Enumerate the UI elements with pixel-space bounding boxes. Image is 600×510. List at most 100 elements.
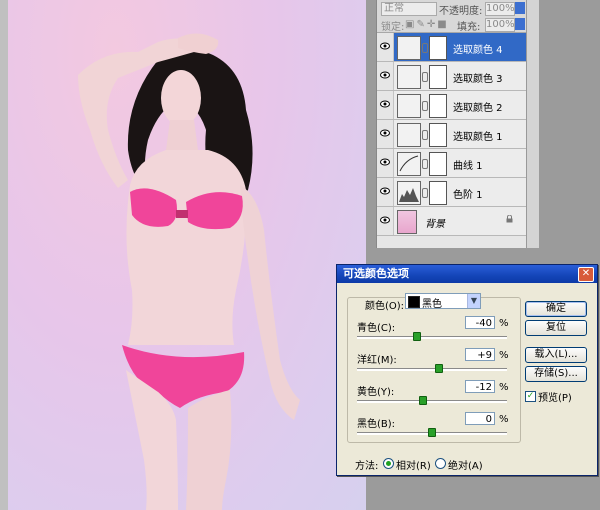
- magenta-input[interactable]: +9: [465, 348, 495, 361]
- layer-row[interactable]: 背景: [377, 207, 527, 236]
- adjustment-thumbnail-icon[interactable]: [397, 36, 421, 60]
- fill-input[interactable]: 100%: [485, 18, 515, 32]
- relative-label: 相对(R): [396, 461, 431, 472]
- chevron-down-icon[interactable]: ▼: [467, 294, 480, 308]
- lock-icons[interactable]: ▣✎✛■: [405, 19, 449, 30]
- visibility-toggle[interactable]: [377, 178, 394, 206]
- magenta-slider-track[interactable]: [357, 368, 507, 371]
- layer-name[interactable]: 选取颜色 1: [453, 128, 503, 143]
- curves-icon: [399, 155, 419, 172]
- fill-label: 填充:: [457, 22, 481, 33]
- reset-button[interactable]: 复位: [525, 320, 587, 336]
- photo-illustration: [78, 33, 300, 510]
- color-swatch: [408, 296, 420, 308]
- relative-radio[interactable]: [383, 458, 394, 469]
- visibility-toggle[interactable]: [377, 33, 394, 61]
- adjustment-thumbnail-icon[interactable]: [397, 94, 421, 118]
- mask-thumbnail[interactable]: [429, 123, 447, 147]
- black-slider-thumb[interactable]: [428, 428, 436, 437]
- curves-thumbnail-icon[interactable]: [397, 152, 421, 176]
- yellow-label: 黄色(Y):: [357, 387, 395, 398]
- eye-icon: [380, 216, 390, 224]
- layer-name[interactable]: 曲线 1: [453, 157, 483, 172]
- layers-scrollbar[interactable]: [526, 0, 539, 248]
- absolute-label: 绝对(A): [448, 461, 483, 472]
- eye-icon: [380, 71, 390, 79]
- cyan-input[interactable]: -40: [465, 316, 495, 329]
- ok-button[interactable]: 确定: [525, 301, 587, 317]
- canvas-image[interactable]: [8, 0, 366, 510]
- layer-name[interactable]: 背景: [425, 215, 445, 230]
- close-button[interactable]: ✕: [578, 267, 594, 282]
- mask-thumbnail[interactable]: [429, 36, 447, 60]
- eye-icon: [380, 129, 390, 137]
- colors-dropdown[interactable]: 黑色 ▼: [405, 293, 481, 310]
- levels-thumbnail-icon[interactable]: [397, 181, 421, 205]
- cyan-slider-thumb[interactable]: [413, 332, 421, 341]
- percent-sign: %: [499, 350, 509, 361]
- layer-row[interactable]: 选取颜色 3: [377, 62, 527, 91]
- eye-icon: [380, 158, 390, 166]
- visibility-toggle[interactable]: [377, 91, 394, 119]
- adjustment-thumbnail-icon[interactable]: [397, 123, 421, 147]
- blend-mode-select[interactable]: 正常: [381, 2, 437, 16]
- yellow-slider-track[interactable]: [357, 400, 507, 403]
- lock-brush-icon[interactable]: ✎: [416, 19, 426, 30]
- yellow-input[interactable]: -12: [465, 380, 495, 393]
- lock-label: 锁定:: [381, 22, 405, 33]
- cyan-label: 青色(C):: [357, 323, 396, 334]
- eye-icon: [380, 42, 390, 50]
- selective-color-dialog: 可选颜色选项 ✕ 颜色(O): 黑色 ▼ 青色(C): -40 % 洋红(M):…: [336, 264, 598, 476]
- black-input[interactable]: 0: [465, 412, 495, 425]
- method-label: 方法:: [355, 461, 379, 472]
- layer-row[interactable]: 色阶 1: [377, 178, 527, 207]
- cyan-slider-track[interactable]: [357, 336, 507, 339]
- mask-thumbnail[interactable]: [429, 181, 447, 205]
- save-button[interactable]: 存储(S)...: [525, 366, 587, 382]
- magenta-slider-thumb[interactable]: [434, 364, 443, 373]
- layers-panel: 正常 不透明度: 100% 锁定: ▣✎✛■ 填充: 100% 选取颜色 4 选…: [376, 0, 528, 248]
- dialog-titlebar[interactable]: 可选颜色选项 ✕: [337, 265, 597, 283]
- eye-icon: [380, 100, 390, 108]
- layer-row[interactable]: 选取颜色 2: [377, 91, 527, 120]
- layer-row[interactable]: 选取颜色 4: [377, 33, 527, 62]
- layer-name[interactable]: 选取颜色 3: [453, 70, 503, 85]
- link-chain-icon: [422, 130, 428, 140]
- layer-row[interactable]: 选取颜色 1: [377, 120, 527, 149]
- adjustment-thumbnail-icon[interactable]: [397, 65, 421, 89]
- opacity-input[interactable]: 100%: [485, 2, 515, 16]
- lock-all-icon[interactable]: ■: [437, 19, 448, 30]
- layer-name[interactable]: 色阶 1: [453, 186, 483, 201]
- black-label: 黑色(B):: [357, 419, 396, 430]
- background-thumbnail[interactable]: [397, 210, 417, 234]
- layer-row[interactable]: 曲线 1: [377, 149, 527, 178]
- mask-thumbnail[interactable]: [429, 152, 447, 176]
- layer-name[interactable]: 选取颜色 2: [453, 99, 503, 114]
- eye-icon: [380, 187, 390, 195]
- preview-checkbox[interactable]: ✓: [525, 391, 536, 402]
- visibility-toggle[interactable]: [377, 149, 394, 177]
- histogram-icon: [399, 188, 419, 202]
- percent-sign: %: [499, 414, 509, 425]
- link-chain-icon: [422, 188, 428, 198]
- visibility-toggle[interactable]: [377, 62, 394, 90]
- visibility-toggle[interactable]: [377, 207, 394, 235]
- absolute-radio[interactable]: [435, 458, 446, 469]
- lock-move-icon[interactable]: ✛: [427, 19, 437, 30]
- mask-thumbnail[interactable]: [429, 65, 447, 89]
- mask-thumbnail[interactable]: [429, 94, 447, 118]
- link-chain-icon: [422, 159, 428, 169]
- lock-transparency-icon[interactable]: ▣: [405, 19, 416, 30]
- opacity-arrow-button[interactable]: [515, 2, 525, 14]
- fill-arrow-button[interactable]: [515, 18, 525, 30]
- load-button[interactable]: 载入(L)...: [525, 347, 587, 363]
- link-chain-icon: [422, 72, 428, 82]
- selected-color: 黑色: [422, 299, 442, 310]
- visibility-toggle[interactable]: [377, 120, 394, 148]
- magenta-label: 洋红(M):: [357, 355, 397, 366]
- layer-name[interactable]: 选取颜色 4: [453, 41, 503, 56]
- preview-label: 预览(P): [538, 393, 572, 404]
- lock-icon: [506, 215, 513, 223]
- yellow-slider-thumb[interactable]: [419, 396, 427, 405]
- layers-toolbar: 正常 不透明度: 100% 锁定: ▣✎✛■ 填充: 100%: [377, 0, 527, 33]
